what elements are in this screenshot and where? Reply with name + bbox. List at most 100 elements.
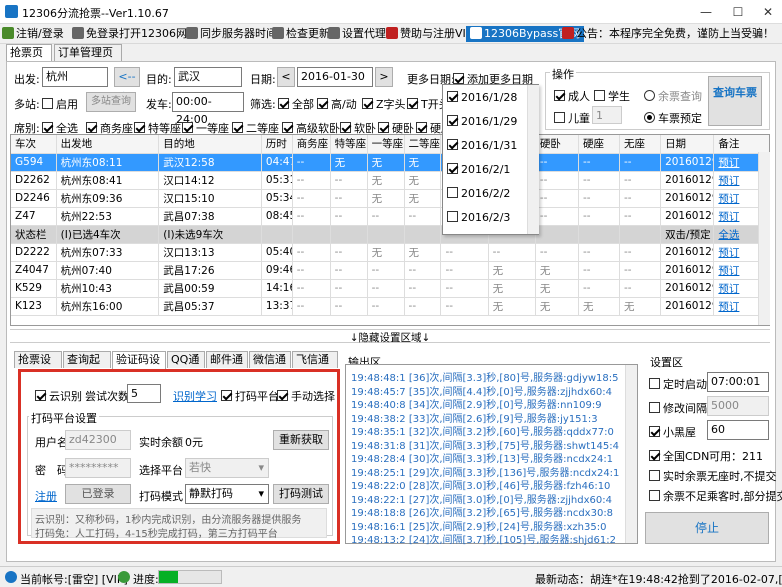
column-header[interactable]: 出发地 [56, 135, 160, 154]
username-input[interactable]: zd42300 [65, 430, 131, 450]
table-row[interactable]: Z4047杭州07:40武昌17:2609:46----------无无----… [11, 261, 769, 280]
password-input[interactable]: ********* [65, 458, 131, 478]
manual-select-checkbox[interactable]: 手动选择 [277, 388, 335, 404]
toolbar-sync-time[interactable]: 同步服务器时间 [186, 26, 277, 42]
timed-start-checkbox[interactable]: 定时启动 [649, 376, 707, 392]
tab-email-notify[interactable]: 邮件通知 [206, 351, 248, 382]
tab-order-management[interactable]: 订单管理页面 [54, 44, 122, 75]
toolbar-check-update[interactable]: 检查更新 [272, 26, 330, 42]
current-account: 当前帐号:[雷空] [VIP] [20, 573, 128, 586]
table-row[interactable]: D2262杭州东08:41汉口14:1205:31----无无---------… [11, 171, 769, 190]
register-link[interactable]: 注册 [35, 488, 57, 504]
column-header[interactable]: 特等座 [330, 135, 368, 154]
logged-in-button[interactable]: 已登录 [65, 484, 131, 504]
prev-date-button[interactable]: < [277, 67, 295, 87]
blackroom-input[interactable]: 60 [707, 420, 769, 440]
column-header[interactable]: 备注 [713, 135, 769, 154]
child-checkbox[interactable]: 儿童 [554, 110, 590, 126]
tab-grab-settings[interactable]: 抢票设置 [14, 351, 62, 382]
tab-grab-tickets[interactable]: 抢票页面 [6, 44, 52, 75]
toolbar-open-12306[interactable]: 免登录打开12306网站 [72, 26, 198, 42]
column-header[interactable]: 硬座 [578, 135, 621, 154]
multi-query-button[interactable]: 多站查询 [86, 92, 136, 112]
grid-scrollbar[interactable] [758, 152, 770, 325]
no-seat-checkbox[interactable]: 实时余票无座时,不提交 [649, 468, 777, 484]
column-header[interactable]: 车次 [11, 135, 57, 154]
stop-button[interactable]: 停止 [645, 512, 769, 544]
tab-wechat-notify[interactable]: 微信通知 [249, 351, 291, 382]
enable-multi-checkbox[interactable]: 启用 [42, 96, 78, 112]
toolbar-proxy[interactable]: 设置代理 [328, 26, 386, 42]
date-option[interactable]: 2016/2/3 [447, 211, 510, 224]
coding-platform-checkbox[interactable]: 打码平台 [221, 388, 279, 404]
table-row[interactable]: G594杭州东08:11武汉12:5804:47--无无无----------2… [11, 153, 769, 172]
date-input[interactable]: 2016-01-30 [297, 67, 373, 87]
tab-captcha-settings[interactable]: 验证码设置 [112, 351, 166, 382]
checkbox-icon [42, 98, 53, 109]
table-cell: -- [292, 297, 331, 316]
hide-settings-toggle[interactable]: ↓隐藏设置区域↓ [10, 329, 770, 344]
partial-submit-checkbox[interactable]: 余票不足乘客时,部分提交 [649, 488, 782, 504]
adult-checkbox[interactable]: 成人 [554, 88, 590, 104]
table-cell: 20160129 [660, 189, 715, 208]
toolbar: 注销/登录 免登录打开12306网站 同步服务器时间 检查更新 设置代理 赞助与… [0, 24, 782, 44]
cdn-checkbox[interactable]: 全国CDN [649, 448, 709, 464]
tab-fetion-notify[interactable]: 飞信通知 [292, 351, 338, 382]
date-option[interactable]: 2016/2/1 [447, 163, 510, 176]
column-header[interactable]: 二等座 [404, 135, 442, 154]
table-row[interactable]: D2246杭州东09:36汉口15:1005:34----无无---------… [11, 189, 769, 208]
table-row[interactable]: D2222杭州东07:33汉口13:1305:40----无无---------… [11, 243, 769, 262]
date-option[interactable]: 2016/1/29 [447, 115, 517, 128]
filter-gd[interactable]: 高/动 [317, 96, 357, 112]
column-header[interactable]: 历时 [261, 135, 293, 154]
query-tickets-button[interactable]: 查询车票 [708, 76, 762, 126]
table-row[interactable]: K123杭州东16:00武昌05:3713:37----------无无无无20… [11, 297, 769, 316]
swap-button[interactable]: <--> [114, 67, 140, 101]
filter-all[interactable]: 全部 [278, 96, 314, 112]
column-header[interactable]: 目的地 [158, 135, 262, 154]
reserve-radio[interactable]: 车票预定 [644, 110, 702, 126]
tab-query-sale[interactable]: 查询起售 [63, 351, 111, 382]
remaining-query-radio[interactable]: 余票查询 [644, 88, 702, 104]
modify-interval-input[interactable]: 5000 [707, 396, 769, 416]
timed-start-input[interactable]: 07:00:01 [707, 372, 769, 392]
table-cell [330, 225, 368, 244]
more-dates-dropdown[interactable]: 2016/1/28 2016/1/29 2016/1/31 2016/2/1 2016/… [442, 84, 539, 235]
depart-select[interactable]: 00:00-24:00 [172, 92, 244, 126]
column-header[interactable]: 一等座 [367, 135, 405, 154]
toolbar-login[interactable]: 注销/登录 [2, 26, 64, 42]
column-header[interactable]: 硬卧 [535, 135, 579, 154]
tab-qq-notify[interactable]: QQ通知 [167, 351, 205, 382]
table-row[interactable]: Z47杭州22:53武昌07:3808:45------------------… [11, 207, 769, 226]
from-input[interactable]: 杭州 [42, 67, 108, 87]
maximize-button[interactable]: ☐ [722, 0, 754, 24]
child-count-stepper[interactable]: 1 [592, 106, 622, 124]
recognition-learn-link[interactable]: 识别学习 [173, 388, 217, 404]
next-date-button[interactable]: > [375, 67, 393, 87]
modify-interval-checkbox[interactable]: 修改间隔 [649, 400, 707, 416]
output-scrollbar[interactable] [625, 365, 637, 543]
date-option[interactable]: 2016/2/2 [447, 187, 510, 200]
train-table: 车次出发地目的地历时商务座特等座一等座二等座高级软卧软卧硬卧硬座无座日期备注 G… [10, 134, 770, 326]
student-checkbox[interactable]: 学生 [594, 88, 630, 104]
table-row[interactable]: K529杭州10:43武昌00:5914:16----------无无----2… [11, 279, 769, 298]
date-option[interactable]: 2016/1/28 [447, 91, 517, 104]
refresh-balance-button[interactable]: 重新获取 [273, 430, 329, 450]
column-header[interactable]: 商务座 [292, 135, 331, 154]
coding-mode-select[interactable]: 静默打码 ▾ [185, 484, 269, 504]
close-button[interactable]: ✕ [752, 0, 782, 24]
toolbar-sponsor-vip[interactable]: 赞助与注册VIP [386, 26, 472, 42]
cloud-recognition-checkbox[interactable]: 云识别 [35, 388, 82, 404]
column-header[interactable]: 无座 [619, 135, 662, 154]
filter-z[interactable]: Z字头 [362, 96, 406, 112]
status-row[interactable]: 状态栏 (I)已选4车次 (I)未选9车次 双击/预定 全选 [11, 225, 769, 244]
dropdown-scrollbar[interactable] [527, 85, 539, 234]
platform-select[interactable]: 若快 ▾ [185, 458, 269, 478]
tries-stepper[interactable]: 5 [127, 384, 161, 403]
coding-test-button[interactable]: 打码测试 [273, 484, 329, 504]
to-input[interactable]: 武汉 [174, 67, 242, 87]
date-option[interactable]: 2016/1/31 [447, 139, 517, 152]
minimize-button[interactable]: — [690, 0, 722, 24]
column-header[interactable]: 日期 [660, 135, 715, 154]
blackroom-checkbox[interactable]: 小黑屋 [649, 424, 696, 440]
